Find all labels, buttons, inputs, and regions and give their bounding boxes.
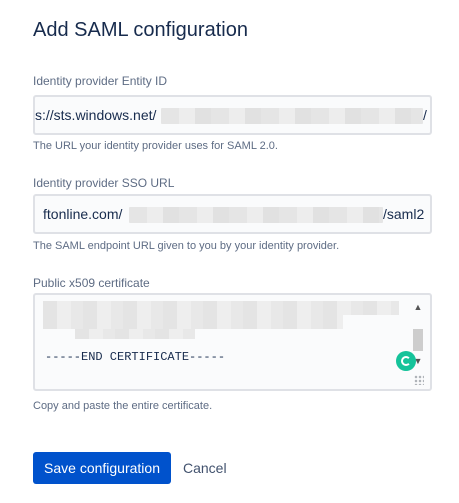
redacted-value bbox=[161, 108, 423, 124]
sso-url-value-prefix: ftonline.com/ bbox=[43, 206, 123, 222]
scroll-thumb[interactable] bbox=[413, 329, 423, 351]
scroll-up-arrow-icon[interactable]: ▲ bbox=[412, 301, 424, 313]
cancel-button[interactable]: Cancel bbox=[177, 452, 233, 484]
entity-id-value-suffix: / bbox=[423, 107, 427, 123]
redacted-certificate bbox=[43, 301, 399, 315]
sso-url-label: Identity provider SSO URL bbox=[33, 176, 175, 190]
sso-url-input[interactable]: ftonline.com/ /saml2 bbox=[33, 194, 432, 234]
sso-url-help: The SAML endpoint URL given to you by yo… bbox=[33, 240, 340, 252]
resize-handle-icon[interactable] bbox=[414, 375, 424, 385]
entity-id-label: Identity provider Entity ID bbox=[33, 74, 168, 88]
certificate-textarea[interactable]: -----END CERTIFICATE----- ▲ ▼ bbox=[33, 293, 432, 391]
redacted-certificate bbox=[43, 315, 343, 329]
entity-id-value-prefix: s://sts.windows.net/ bbox=[35, 107, 157, 123]
redacted-certificate bbox=[75, 329, 195, 339]
certificate-label: Public x509 certificate bbox=[33, 276, 150, 290]
save-configuration-button[interactable]: Save configuration bbox=[33, 452, 171, 484]
certificate-end-line: -----END CERTIFICATE----- bbox=[45, 350, 226, 364]
entity-id-help: The URL your identity provider uses for … bbox=[33, 140, 278, 152]
sso-url-value-suffix: /saml2 bbox=[383, 206, 425, 222]
entity-id-input[interactable]: s://sts.windows.net/ / bbox=[33, 95, 432, 135]
page-title: Add SAML configuration bbox=[33, 19, 248, 41]
certificate-help: Copy and paste the entire certificate. bbox=[33, 400, 213, 412]
grammarly-icon[interactable] bbox=[396, 351, 416, 371]
redacted-value bbox=[129, 207, 383, 223]
